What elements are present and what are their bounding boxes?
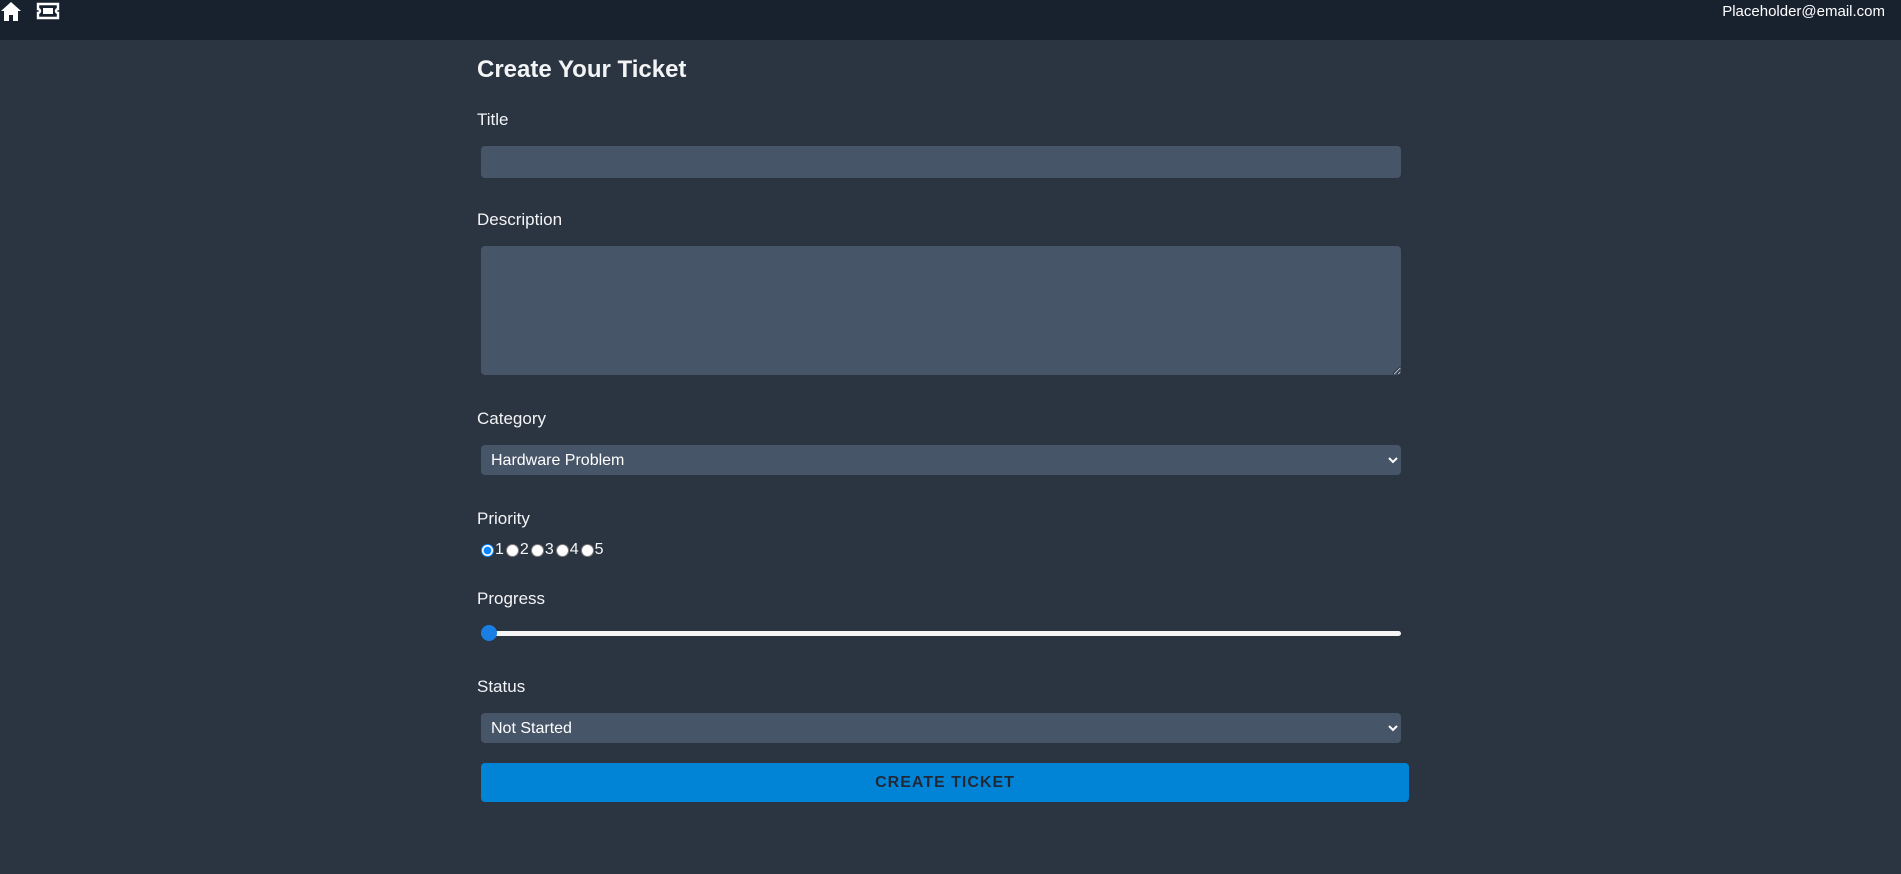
priority-radio-label: 3 xyxy=(544,541,554,558)
description-label: Description xyxy=(477,210,563,229)
progress-slider-thumb[interactable] xyxy=(481,625,497,641)
user-email: Placeholder@email.com xyxy=(1722,3,1885,20)
priority-radio-label: 5 xyxy=(594,541,604,558)
ticket-icon[interactable] xyxy=(36,1,60,21)
priority-radio-label: 2 xyxy=(519,541,529,558)
priority-radio-label: 1 xyxy=(495,541,504,558)
page-title: Create Your Ticket xyxy=(477,56,687,83)
status-label: Status xyxy=(477,677,526,696)
category-select[interactable]: Hardware Problem xyxy=(481,445,1401,475)
nav-links xyxy=(0,0,60,21)
priority-radio-label: 4 xyxy=(569,541,579,558)
progress-slider-track xyxy=(481,631,1401,636)
priority-radio-5[interactable] xyxy=(580,543,594,557)
progress-label: Progress xyxy=(477,589,546,608)
progress-slider[interactable] xyxy=(481,623,1401,643)
status-select[interactable]: Not Started xyxy=(481,713,1401,743)
category-label: Category xyxy=(477,409,546,428)
ticket-form: Create Your Ticket Title Description Cat… xyxy=(477,40,1409,802)
title-label: Title xyxy=(477,110,509,129)
description-textarea[interactable] xyxy=(481,246,1401,375)
title-input[interactable] xyxy=(481,146,1401,178)
priority-radio-3[interactable] xyxy=(530,543,544,557)
priority-radio-1[interactable] xyxy=(481,543,494,557)
home-icon[interactable] xyxy=(0,1,22,21)
priority-radio-group: 1 2 3 4 5 xyxy=(481,541,1409,559)
create-ticket-button[interactable]: CREATE TICKET xyxy=(481,763,1409,802)
priority-radio-2[interactable] xyxy=(505,543,519,557)
priority-radio-4[interactable] xyxy=(555,543,569,557)
priority-label: Priority xyxy=(477,509,530,528)
top-nav-bar: Placeholder@email.com xyxy=(0,0,1901,40)
